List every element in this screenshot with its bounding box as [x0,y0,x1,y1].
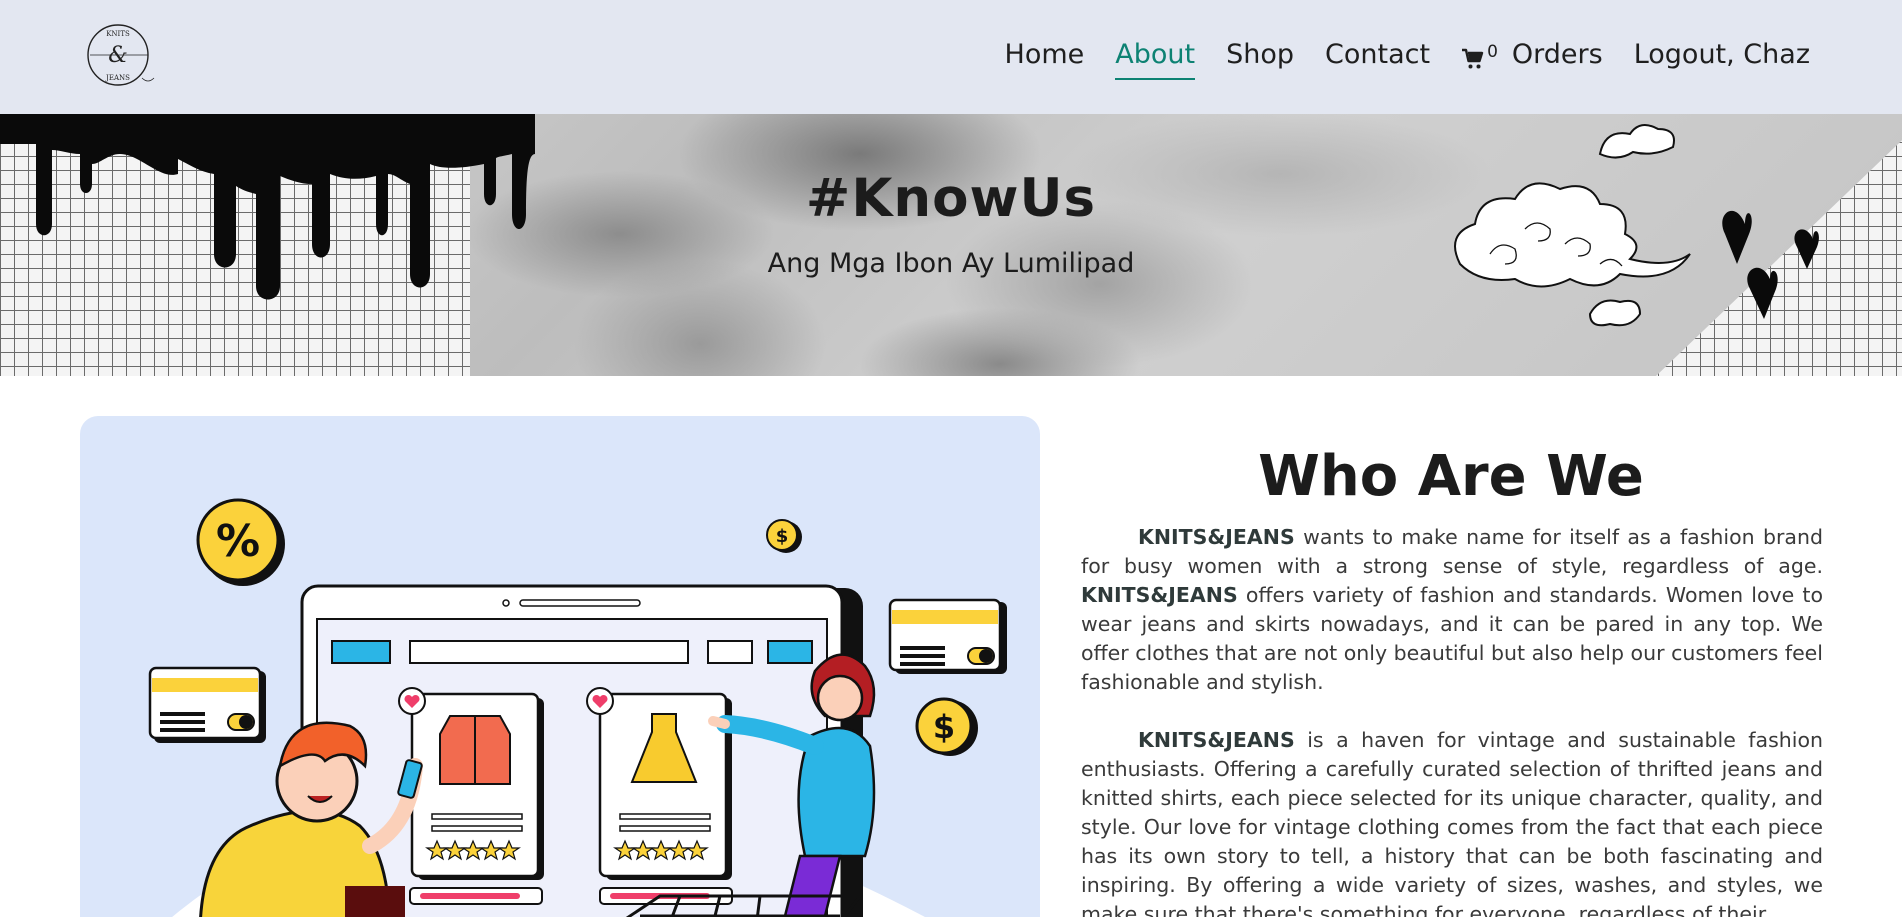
brand-name: KNITS&JEANS [1081,583,1238,607]
dollar-coin-icon: $ [915,697,978,756]
nav-home[interactable]: Home [1005,36,1085,74]
product-card-dress [586,687,732,880]
nav-orders[interactable]: Orders [1512,36,1603,74]
credit-card-icon [888,598,1007,674]
brand-logo[interactable]: KNITS & JEANS [84,22,156,88]
navbar: KNITS & JEANS Home About Shop Contact 0 … [0,0,1902,114]
about-heading: Who Are We [1258,444,1644,509]
brand-name: KNITS&JEANS [1138,728,1295,752]
svg-text:%: % [216,516,260,567]
logo-text-bottom: JEANS [105,74,130,82]
paragraph-text: is a haven for vintage and sustainable f… [1081,728,1823,917]
brand-name: KNITS&JEANS [1138,525,1295,549]
credit-card-icon [148,666,266,743]
nav-about[interactable]: About [1115,36,1195,80]
cart-count: 0 [1487,42,1498,62]
cloud-hearts-decoration [1454,124,1819,327]
dollar-coin-icon: $ [766,519,802,553]
about-paragraph-2: KNITS&JEANS is a haven for vintage and s… [1081,726,1823,917]
svg-text:$: $ [933,708,955,746]
banner-title: #KnowUs [805,168,1097,229]
shopping-illustration: % $ $ [80,416,1040,917]
product-card-vest [398,687,544,880]
nav-contact[interactable]: Contact [1325,36,1430,74]
nav-shop[interactable]: Shop [1226,36,1294,74]
hero-banner: #KnowUs Ang Mga Ibon Ay Lumilipad [0,114,1902,376]
nav-logout[interactable]: Logout, Chaz [1634,36,1810,74]
nav-cart[interactable]: 0 [1461,39,1498,71]
logo-ampersand: & [108,43,128,68]
logo-text-top: KNITS [106,30,130,38]
monitor [300,584,863,917]
main-nav: Home About Shop Contact 0 Orders Logout,… [974,36,1810,80]
banner-subtitle: Ang Mga Ibon Ay Lumilipad [767,248,1135,279]
about-paragraph-1: KNITS&JEANS wants to make name for itsel… [1081,523,1823,697]
svg-text:$: $ [776,526,789,547]
cart-icon [1462,48,1484,69]
percent-badge-icon: % [196,498,285,586]
